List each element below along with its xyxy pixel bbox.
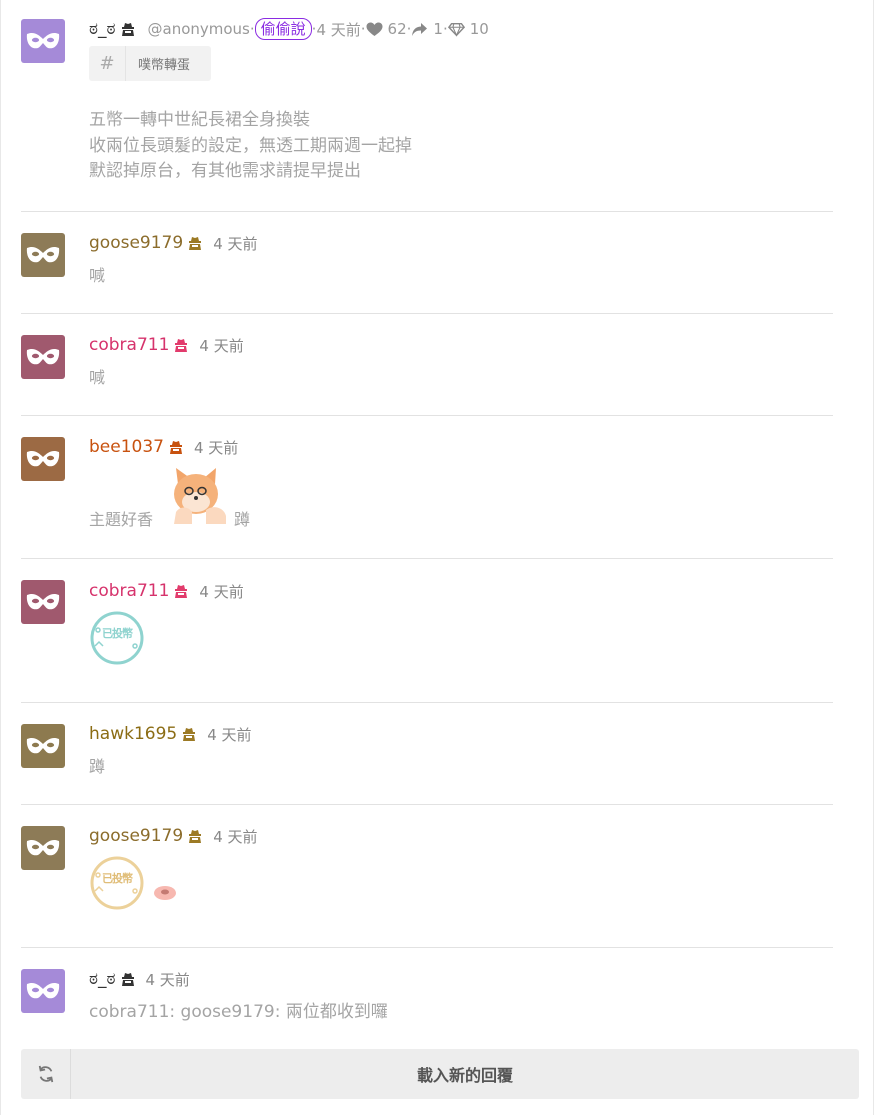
avatar[interactable] bbox=[21, 580, 65, 624]
mask-icon bbox=[26, 839, 60, 856]
coin-stamp-label: 已投幣 bbox=[102, 627, 133, 640]
mask-icon bbox=[26, 32, 60, 49]
reply-header: cobra711 4 天前 bbox=[89, 580, 244, 602]
divider bbox=[21, 804, 833, 805]
post-content-line: 五幣一轉中世紀長裙全身換裝 bbox=[89, 110, 310, 130]
reply-text: 主題好香 bbox=[89, 510, 154, 529]
spy-icon bbox=[121, 23, 134, 36]
reply-time[interactable]: 4 天前 bbox=[199, 581, 243, 602]
post-username[interactable]: ಠ_ಠ bbox=[89, 19, 116, 39]
reply-time[interactable]: 4 天前 bbox=[213, 826, 257, 847]
mask-icon bbox=[26, 982, 60, 999]
mask-icon bbox=[26, 450, 60, 467]
avatar[interactable] bbox=[21, 19, 65, 63]
hashtag-icon: # bbox=[99, 53, 115, 74]
diamonds-count: 10 bbox=[469, 20, 489, 38]
reply-time[interactable]: 4 天前 bbox=[194, 437, 238, 458]
reply-username[interactable]: hawk1695 bbox=[89, 724, 177, 744]
shares-count: 1 bbox=[433, 20, 443, 38]
avatar[interactable] bbox=[21, 335, 65, 379]
diamonds-stat[interactable]: 10 bbox=[447, 20, 489, 38]
avatar[interactable] bbox=[21, 826, 65, 870]
mask-icon bbox=[26, 593, 60, 610]
reply-time[interactable]: 4 天前 bbox=[146, 969, 190, 990]
avatar[interactable] bbox=[21, 969, 65, 1013]
spy-icon bbox=[189, 237, 202, 250]
spy-icon bbox=[175, 585, 188, 598]
spy-icon bbox=[189, 830, 202, 843]
divider bbox=[21, 211, 833, 212]
likes-stat[interactable]: 62 bbox=[366, 20, 407, 38]
reply-text: 蹲 bbox=[89, 757, 106, 776]
divider bbox=[21, 415, 833, 416]
reply-username[interactable]: bee1037 bbox=[89, 437, 164, 457]
post-content-line: 默認掉原台，有其他需求請提早提出 bbox=[89, 161, 361, 181]
reply-text: 喊 bbox=[89, 266, 106, 285]
post-time[interactable]: 4 天前 bbox=[316, 19, 360, 40]
mask-icon bbox=[26, 246, 60, 263]
post-header: ಠ_ಠ @anonymous · 偷偷說 · 4 天前 · 62 · 1 · 1… bbox=[89, 18, 489, 40]
divider bbox=[21, 947, 833, 948]
reply-username[interactable]: ಠ_ಠ bbox=[89, 969, 116, 989]
refresh-icon[interactable] bbox=[21, 1049, 71, 1099]
avatar[interactable] bbox=[21, 233, 65, 277]
post-handle[interactable]: @anonymous bbox=[148, 20, 250, 38]
shares-stat[interactable]: 1 bbox=[411, 20, 443, 38]
board-badge[interactable]: 偷偷說 bbox=[254, 18, 312, 40]
diamond-icon bbox=[447, 22, 465, 37]
spy-icon bbox=[169, 441, 182, 454]
mask-icon bbox=[26, 348, 60, 365]
avatar[interactable] bbox=[21, 724, 65, 768]
reply-header: ಠ_ಠ 4 天前 bbox=[89, 968, 190, 990]
coin-stamp-sticker: 已投幣 bbox=[89, 855, 145, 911]
pink-blush-sticker bbox=[154, 886, 176, 900]
plurk-thread: ಠ_ಠ @anonymous · 偷偷說 · 4 天前 · 62 · 1 · 1… bbox=[0, 0, 874, 1115]
reply-username[interactable]: cobra711 bbox=[89, 335, 169, 355]
post-content: 五幣一轉中世紀長裙全身換裝 收兩位長頭髮的設定，無透工期兩週一起掉 默認掉原台，… bbox=[89, 108, 412, 185]
reply-time[interactable]: 4 天前 bbox=[199, 335, 243, 356]
reply-header: hawk1695 4 天前 bbox=[89, 723, 252, 745]
reply-header: goose9179 4 天前 bbox=[89, 825, 258, 847]
load-new-replies-button[interactable]: 載入新的回覆 bbox=[21, 1049, 859, 1099]
reply-username[interactable]: goose9179 bbox=[89, 826, 183, 846]
avatar[interactable] bbox=[21, 437, 65, 481]
reply-text: cobra711: goose9179: 兩位都收到囉 bbox=[89, 1002, 388, 1022]
topic-tag[interactable]: # 噗幣轉蛋 bbox=[89, 46, 211, 81]
fox-sticker bbox=[174, 468, 226, 524]
coin-stamp-label: 已投幣 bbox=[102, 872, 133, 885]
reply-header: bee1037 4 天前 bbox=[89, 436, 238, 458]
heart-icon bbox=[366, 22, 383, 36]
divider bbox=[21, 702, 833, 703]
reply-time[interactable]: 4 天前 bbox=[213, 233, 257, 254]
reply-text-after: 蹲 bbox=[234, 510, 251, 529]
reply-text: 喊 bbox=[89, 368, 106, 387]
coin-stamp-sticker: 已投幣 bbox=[89, 610, 145, 666]
reply-time[interactable]: 4 天前 bbox=[207, 724, 251, 745]
spy-icon bbox=[183, 728, 196, 741]
reply-header: cobra711 4 天前 bbox=[89, 334, 244, 356]
reply-username[interactable]: cobra711 bbox=[89, 581, 169, 601]
reply-header: goose9179 4 天前 bbox=[89, 232, 258, 254]
likes-count: 62 bbox=[387, 20, 407, 38]
spy-icon bbox=[175, 339, 188, 352]
reply-username[interactable]: goose9179 bbox=[89, 233, 183, 253]
spy-icon bbox=[121, 973, 134, 986]
topic-tag-label: 噗幣轉蛋 bbox=[125, 46, 190, 81]
post-content-line: 收兩位長頭髮的設定，無透工期兩週一起掉 bbox=[89, 135, 412, 156]
share-icon bbox=[412, 22, 428, 36]
divider bbox=[21, 558, 833, 559]
load-new-replies-label: 載入新的回覆 bbox=[416, 1066, 513, 1085]
divider bbox=[21, 313, 833, 314]
mask-icon bbox=[26, 737, 60, 754]
